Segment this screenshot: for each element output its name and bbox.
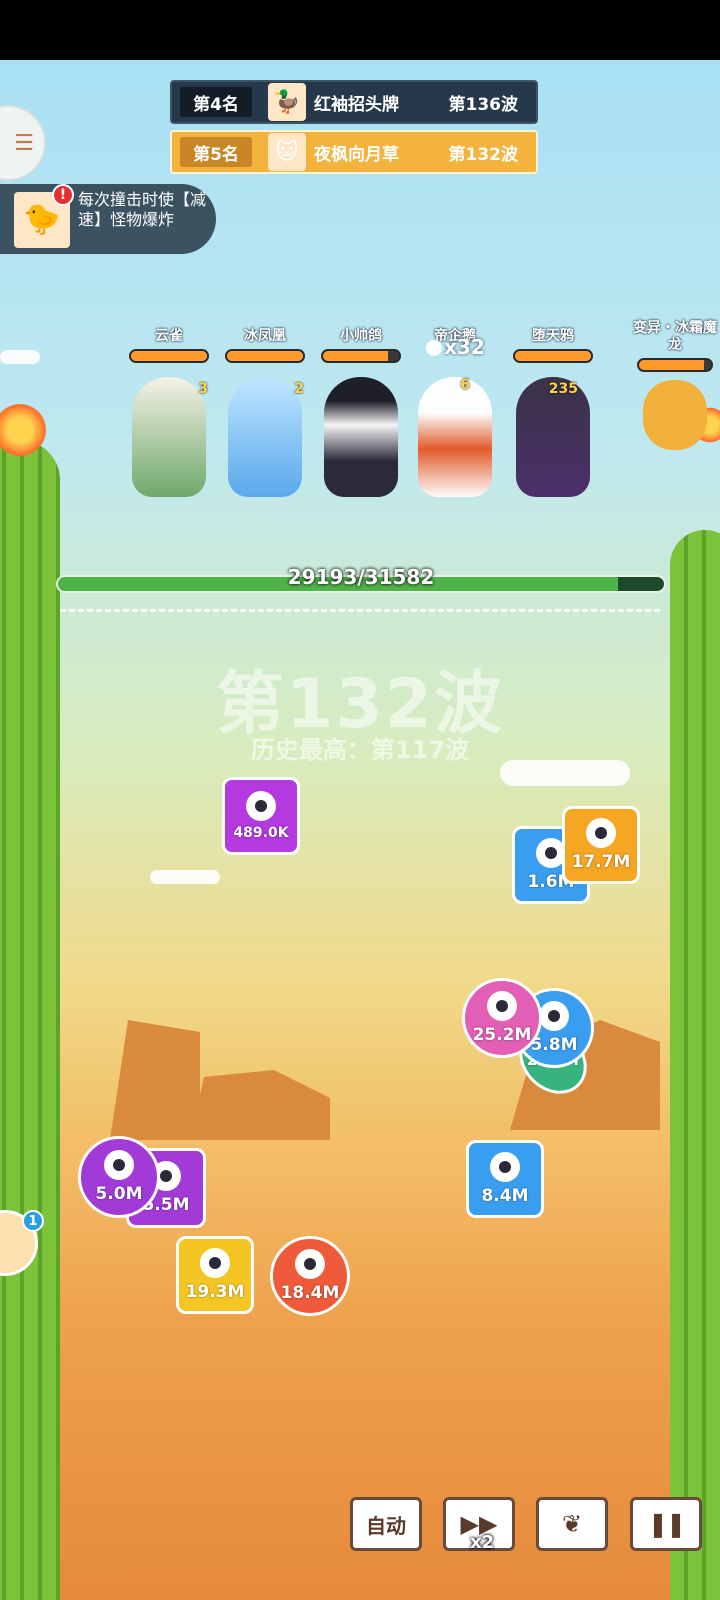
monster: 25.2M [462,978,542,1058]
eye-icon [586,818,616,848]
skill-tip[interactable]: 🐤 ! 每次撞击时使【减速】怪物爆炸 [0,184,216,254]
monster: 5.0M [78,1136,160,1218]
eye-icon [295,1249,325,1279]
boss[interactable]: 变异・冰霜魔龙 [630,320,720,450]
monster-hp: 489.0K [233,825,289,841]
hero-name: 小帅鸽 [340,328,382,344]
rank-position: 第4名 [180,87,252,117]
player-wave: 第136波 [448,94,519,115]
hero-name: 堕天鸦 [532,328,574,344]
alert-icon: ! [52,184,74,206]
cloud [150,870,220,884]
player-wave: 第132波 [448,144,519,165]
cloud [0,350,40,364]
hero-hp-bar [513,349,593,363]
speed-multiplier: x2 [470,1532,495,1553]
desert-rock [190,1070,330,1140]
dragon-sprite [643,380,707,450]
defense-line [60,609,660,612]
monster-hp: 5.8M [530,1035,578,1055]
cat-avatar-icon: 🐱 [268,133,306,171]
hero-hp-fill [227,351,303,361]
eye-icon [246,791,276,821]
boss-hp-fill [639,360,704,370]
ammo-counter: x32 [426,335,485,359]
monster: 8.4M [466,1140,544,1218]
status-bar [0,0,720,60]
player-name: 红袖招头牌 [314,94,399,115]
hero-level: 3 [198,381,208,397]
eye-icon [490,1152,520,1182]
hero-yunque[interactable]: 云雀 3 [124,325,214,497]
monster: 489.0K [222,777,300,855]
monster-hp: 25.2M [472,1025,532,1045]
hero-sprite [324,377,398,497]
notification-badge: 1 [22,1210,44,1232]
hero-sprite [228,377,302,497]
base-hp-text: 29193/31582 [287,565,435,589]
ammo-count: x32 [444,335,485,359]
monster-hp: 17.7M [571,852,631,872]
monster: 19.3M [176,1236,254,1314]
pause-icon: ❚❚ [647,1510,686,1538]
hero-hp-bar [225,349,305,363]
hero-level: 235 [548,381,578,397]
hero-duotianya[interactable]: 堕天鸦 235 [508,325,598,497]
pause-button[interactable]: ❚❚ [630,1497,702,1551]
boss-hp-bar [637,358,713,372]
eye-icon [487,991,517,1021]
monster-hp: 19.3M [185,1282,245,1302]
monster-hp: 18.4M [280,1283,340,1303]
rank-position: 第5名 [180,137,252,167]
skill-button[interactable]: ❦ [536,1497,608,1551]
skill-tip-text: 每次撞击时使【减速】怪物爆炸 [78,190,207,229]
hero-name: 冰凤凰 [244,328,286,344]
leaderboard-entry: 第4名 🦆 红袖招头牌 第136波 [170,80,538,124]
hero-level: 2 [294,381,304,397]
hero-level: 6 [460,377,470,393]
hero-name: 云雀 [155,328,183,344]
player-name: 夜枫向月草 [314,144,399,165]
wave-best: 历史最高：第117波 [250,736,470,764]
hero-bingfenghuang[interactable]: 冰凤凰 2 [220,325,310,497]
monster: 17.7M [562,806,640,884]
eye-icon [539,1001,569,1031]
boss-name: 变异・冰霜魔龙 [633,320,717,353]
leaderboard-entry-self: 第5名 🐱 夜枫向月草 第132波 [170,130,538,174]
hero-hp-fill [323,351,388,361]
hero-xiaoshuaige[interactable]: 小帅鸽 [316,325,406,497]
wing-icon: ❦ [561,1510,583,1538]
ball-icon [426,340,442,356]
eye-icon [200,1248,230,1278]
hero-sprite [132,377,206,497]
eye-icon [104,1150,134,1180]
auto-button[interactable]: 自动 [350,1497,422,1551]
cactus-left [0,440,60,1600]
hero-hp-bar [321,349,401,363]
menu-icon: ☰ [14,130,34,156]
hero-hp-bar [129,349,209,363]
monster: 18.4M [270,1236,350,1316]
duck-avatar-icon: 🦆 [268,83,306,121]
monster-hp: 8.4M [481,1186,529,1206]
monster-hp: 5.0M [95,1184,143,1204]
hero-sprite [418,377,492,497]
desert-rock [110,1020,200,1140]
hero-hp-fill [131,351,207,361]
auto-label: 自动 [366,1513,406,1538]
hero-hp-fill [515,351,591,361]
